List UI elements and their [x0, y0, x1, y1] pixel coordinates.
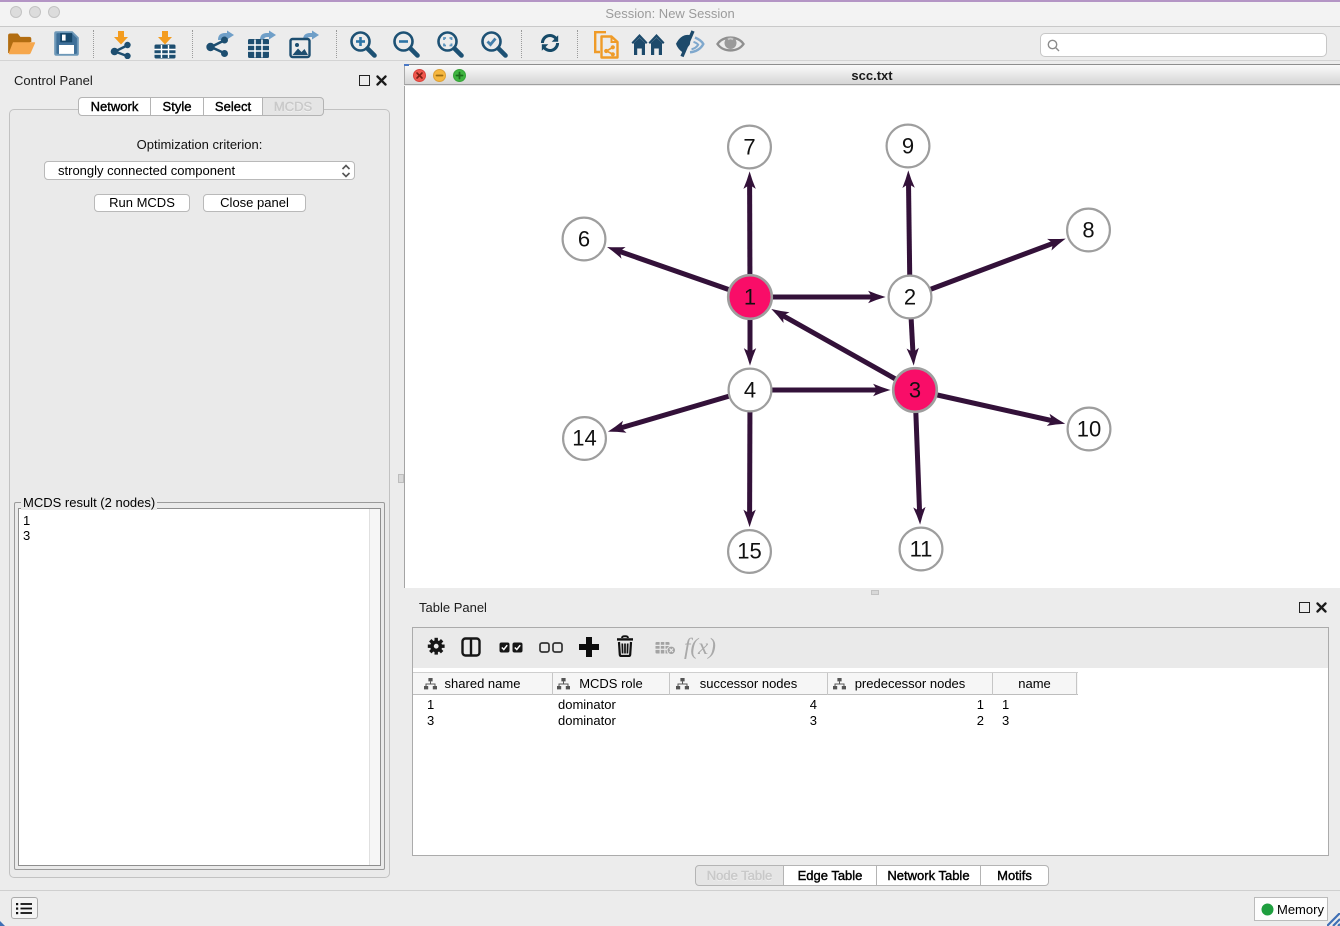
svg-text:11: 11	[910, 537, 933, 562]
svg-text:4: 4	[744, 378, 756, 403]
svg-text:1: 1	[744, 285, 756, 310]
svg-text:3: 3	[909, 378, 921, 403]
svg-text:15: 15	[737, 539, 761, 564]
svg-text:2: 2	[904, 285, 916, 310]
svg-text:9: 9	[902, 134, 914, 159]
svg-text:8: 8	[1082, 218, 1094, 243]
svg-text:7: 7	[743, 135, 755, 160]
svg-text:14: 14	[572, 426, 596, 451]
svg-text:10: 10	[1077, 417, 1101, 442]
svg-text:6: 6	[578, 227, 590, 252]
